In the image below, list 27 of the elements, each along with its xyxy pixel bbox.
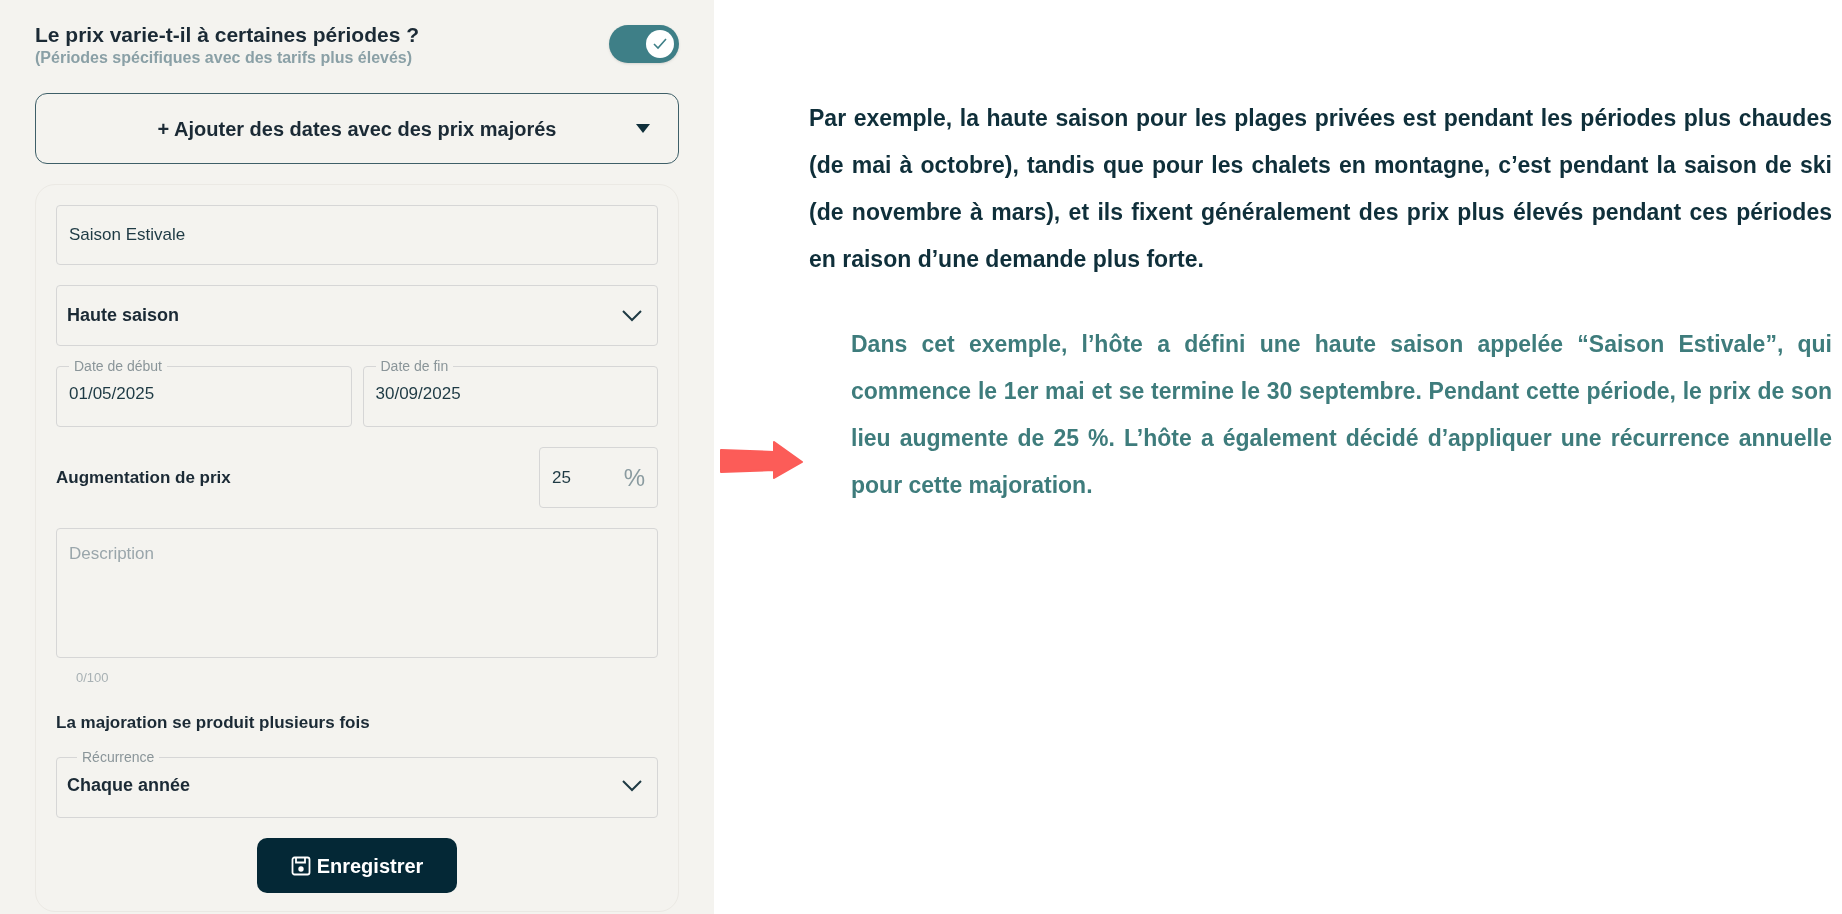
save-button[interactable]: Enregistrer xyxy=(257,838,457,893)
date-label: Date de fin xyxy=(379,357,450,375)
recurrence-heading: La majoration se produit plusieurs fois xyxy=(56,711,371,734)
explanation-paragraph: Par exemple, la haute saison pour les plages privées est pendant les périodes plus chaudes (de mai à octobre), tandis que pour les chalets en montagne, c’est pendant la saison de ski (de novembre à mars), et ils fixent généralement des prix plus élevés pendant ces périodes en raison d’une demande plus forte. xyxy=(809,104,1832,274)
explanation-paragraph: Dans cet exemple, l’hôte a défini une haute saison appelée “Saison Estivale”, qui commence le 1er mai et se termine le 30 septembre. Pendant cette période, le prix de son lieu augmente de 25 %. L’hôte a également décidé d’appliquer une récurrence annuelle pour cette majoration. xyxy=(851,330,1832,500)
chevron-down-icon xyxy=(621,308,643,323)
percent-unit: % xyxy=(623,462,645,493)
section-subtitle: (Périodes spécifiques avec des tarifs plus élevés) xyxy=(35,48,414,68)
percent-field[interactable]: 25 % xyxy=(539,447,658,508)
chevron-down-icon xyxy=(621,778,643,793)
section-title: Le prix varie-t-il à certaines périodes ? xyxy=(35,22,419,48)
caret-icon xyxy=(636,124,650,133)
recurrence-select[interactable]: Récurrence Chaque année xyxy=(56,748,658,818)
toggle-switch[interactable] xyxy=(609,25,679,63)
name-field[interactable]: Saison Estivale xyxy=(56,205,658,265)
save-icon xyxy=(290,855,311,876)
date-field[interactable]: Date de début 01/05/2025 xyxy=(56,357,352,427)
character-counter: 0/100 xyxy=(76,669,110,687)
date-field[interactable]: Date de fin 30/09/2025 xyxy=(362,357,658,427)
check-icon xyxy=(646,30,674,58)
arrow-icon xyxy=(719,440,804,480)
season-select[interactable]: Haute saison xyxy=(56,285,658,346)
price-increase-label: Augmentation de prix xyxy=(56,466,231,489)
date-label: Date de début xyxy=(73,357,163,375)
add-dates-button[interactable]: + Ajouter des dates avec des prix majorés xyxy=(35,93,679,164)
description-field[interactable]: Description xyxy=(56,528,658,658)
recurrence-label: Récurrence xyxy=(81,748,156,766)
